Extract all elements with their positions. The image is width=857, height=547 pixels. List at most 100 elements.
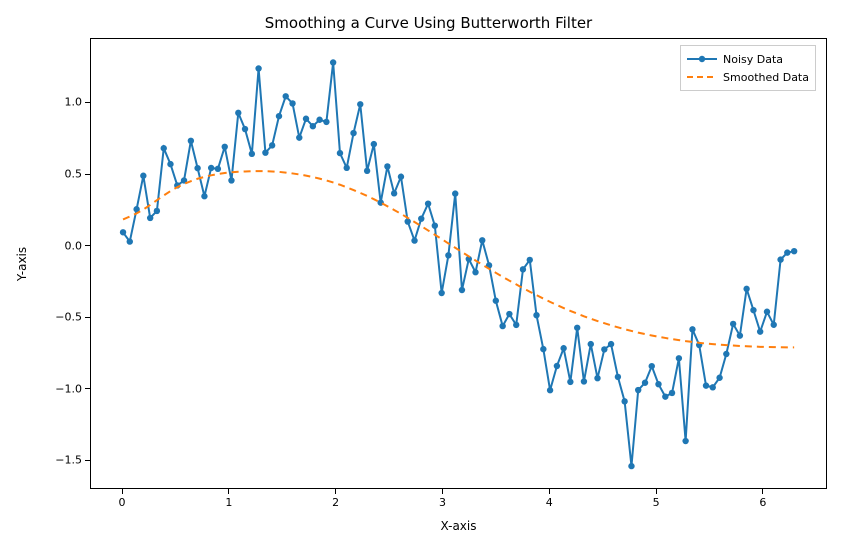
marker	[513, 322, 519, 328]
marker	[588, 341, 594, 347]
marker	[391, 190, 397, 196]
ytick-mark	[85, 174, 90, 175]
marker	[764, 309, 770, 315]
marker	[757, 328, 763, 334]
ytick-label: −0.5	[50, 311, 82, 324]
xtick-label: 0	[119, 496, 126, 509]
marker	[581, 378, 587, 384]
marker	[621, 398, 627, 404]
legend-entry-noisy: Noisy Data	[687, 50, 809, 68]
xtick-mark	[442, 489, 443, 494]
marker	[506, 311, 512, 317]
marker	[669, 390, 675, 396]
marker	[547, 387, 553, 393]
marker	[269, 142, 275, 148]
marker	[771, 322, 777, 328]
ytick-label: 1.0	[50, 96, 82, 109]
marker	[357, 101, 363, 107]
ytick-mark	[85, 102, 90, 103]
marker	[479, 237, 485, 243]
marker	[601, 346, 607, 352]
marker	[540, 346, 546, 352]
marker	[615, 374, 621, 380]
marker	[371, 141, 377, 147]
legend-swatch-smoothed	[687, 70, 717, 84]
ytick-mark	[85, 388, 90, 389]
ytick-label: −1.5	[50, 454, 82, 467]
marker	[723, 351, 729, 357]
marker	[398, 174, 404, 180]
marker	[710, 384, 716, 390]
marker	[777, 256, 783, 262]
legend-swatch-noisy	[687, 52, 717, 66]
ytick-mark	[85, 317, 90, 318]
chart-title: Smoothing a Curve Using Butterworth Filt…	[0, 14, 857, 32]
marker	[716, 375, 722, 381]
xtick-mark	[762, 489, 763, 494]
marker	[649, 363, 655, 369]
marker	[493, 298, 499, 304]
marker	[289, 100, 295, 106]
xtick-label: 1	[225, 496, 232, 509]
marker	[628, 463, 634, 469]
xtick-mark	[228, 489, 229, 494]
marker	[405, 218, 411, 224]
marker	[432, 223, 438, 229]
marker	[560, 345, 566, 351]
marker	[127, 238, 133, 244]
marker	[208, 165, 214, 171]
marker	[520, 266, 526, 272]
xtick-label: 3	[439, 496, 446, 509]
ytick-label: −1.0	[50, 382, 82, 395]
marker	[161, 145, 167, 151]
marker	[642, 380, 648, 386]
xtick-mark	[122, 489, 123, 494]
marker	[140, 173, 146, 179]
xtick-label: 5	[653, 496, 660, 509]
marker	[249, 151, 255, 157]
marker	[201, 193, 207, 199]
ytick-label: 0.5	[50, 168, 82, 181]
marker	[330, 59, 336, 65]
marker	[655, 381, 661, 387]
marker	[533, 312, 539, 318]
legend-label-smoothed: Smoothed Data	[723, 71, 809, 84]
xtick-label: 4	[546, 496, 553, 509]
marker	[425, 200, 431, 206]
ytick-label: 0.0	[50, 239, 82, 252]
marker	[527, 257, 533, 263]
marker	[120, 229, 126, 235]
marker	[730, 321, 736, 327]
ytick-mark	[85, 460, 90, 461]
marker	[418, 215, 424, 221]
marker	[594, 375, 600, 381]
marker	[452, 190, 458, 196]
ytick-mark	[85, 245, 90, 246]
marker	[608, 341, 614, 347]
marker	[784, 249, 790, 255]
marker	[743, 286, 749, 292]
marker	[567, 379, 573, 385]
xtick-label: 2	[332, 496, 339, 509]
marker	[574, 325, 580, 331]
marker	[147, 215, 153, 221]
x-axis-label: X-axis	[90, 519, 827, 533]
marker	[662, 393, 668, 399]
marker	[303, 116, 309, 122]
marker	[703, 382, 709, 388]
xtick-mark	[549, 489, 550, 494]
marker	[188, 138, 194, 144]
marker	[235, 110, 241, 116]
marker	[350, 130, 356, 136]
marker	[194, 165, 200, 171]
marker	[228, 177, 234, 183]
chart-container: Smoothing a Curve Using Butterworth Filt…	[0, 0, 857, 547]
marker	[676, 355, 682, 361]
marker	[222, 144, 228, 150]
marker	[283, 93, 289, 99]
marker	[438, 290, 444, 296]
marker	[682, 438, 688, 444]
marker	[255, 65, 261, 71]
xtick-mark	[335, 489, 336, 494]
marker	[262, 149, 268, 155]
